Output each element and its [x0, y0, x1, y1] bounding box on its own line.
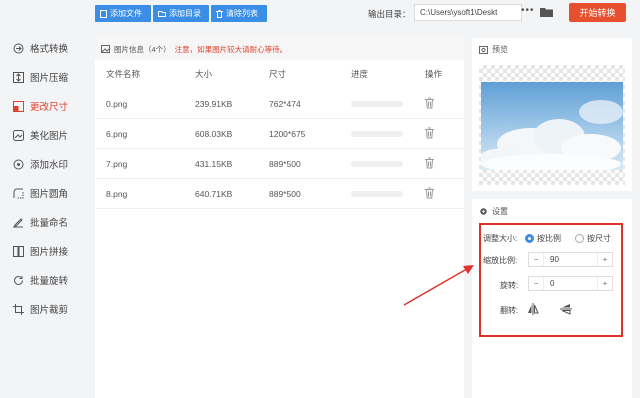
image-info-title: 图片信息（4个） — [114, 44, 171, 54]
file-size: 640.71KB — [195, 188, 233, 199]
table-row[interactable]: 7.png 431.15KB 889*500 — [95, 149, 464, 179]
file-name: 6.png — [106, 128, 128, 139]
app-window: 添加文件 添加目录 清除列表 输出目录： C:\Users\ysoft1\Des… — [0, 0, 640, 398]
progress-bar — [351, 190, 403, 197]
table-header: 文件名称 大小 尺寸 进度 操作 — [95, 66, 464, 82]
sidebar-item-rename[interactable]: 批量命名 — [0, 211, 82, 233]
image-icon — [101, 45, 110, 53]
stitch-icon — [12, 245, 24, 257]
sidebar-item-format-convert[interactable]: 格式转换 — [0, 37, 82, 59]
top-toolbar: 添加文件 添加目录 清除列表 输出目录： C:\Users\ysoft1\Des… — [0, 0, 640, 30]
file-dimensions: 889*500 — [269, 188, 301, 199]
sidebar-item-round-corner[interactable]: 图片圆角 — [0, 182, 82, 204]
sidebar-item-label: 美化图片 — [30, 131, 69, 142]
file-list-panel: 图片信息（4个） 注意，如果图片较大请耐心等待。 文件名称 大小 尺寸 进度 操… — [95, 38, 464, 398]
sidebar-item-label: 图片裁剪 — [30, 305, 69, 316]
sidebar-item-crop[interactable]: 图片裁剪 — [0, 298, 82, 320]
output-path-field[interactable]: C:\Users\ysoft1\Deskt — [414, 4, 522, 21]
column-header-name: 文件名称 — [106, 69, 141, 79]
gear-icon — [480, 208, 487, 215]
file-name: 8.png — [106, 188, 128, 199]
progress-bar — [351, 100, 403, 107]
add-folder-button[interactable]: 添加目录 — [153, 5, 209, 22]
column-header-size: 大小 — [195, 69, 213, 79]
output-dir-label: 输出目录： — [368, 9, 411, 19]
rotate-icon — [12, 274, 24, 286]
sidebar-item-label: 图片拼接 — [30, 247, 69, 258]
preview-image — [481, 82, 623, 170]
progress-bar — [351, 130, 403, 137]
sidebar-item-stitch[interactable]: 图片拼接 — [0, 240, 82, 262]
table-row[interactable]: 8.png 640.71KB 889*500 — [95, 179, 464, 209]
sidebar-item-watermark[interactable]: 添加水印 — [0, 153, 82, 175]
preview-panel: 预览 — [472, 38, 632, 191]
table-row[interactable]: 0.png 239.91KB 762*474 — [95, 89, 464, 119]
clear-list-button[interactable]: 清除列表 — [211, 5, 267, 22]
sidebar-item-label: 更改尺寸 — [30, 102, 69, 113]
table-row[interactable]: 6.png 608.03KB 1200*675 — [95, 119, 464, 149]
resize-icon — [12, 100, 24, 112]
trash-icon — [425, 187, 434, 198]
add-folder-label: 添加目录 — [169, 9, 201, 18]
folder-icon — [158, 11, 166, 17]
file-size: 431.15KB — [195, 158, 233, 169]
progress-bar — [351, 160, 403, 167]
column-header-progress: 进度 — [351, 69, 369, 79]
sidebar-item-label: 格式转换 — [30, 44, 69, 55]
column-header-actions: 操作 — [425, 69, 443, 79]
sidebar-item-label: 添加水印 — [30, 160, 69, 171]
more-button[interactable]: ••• — [521, 5, 535, 16]
file-name: 7.png — [106, 158, 128, 169]
crop-icon — [12, 303, 24, 315]
watermark-icon — [12, 158, 24, 170]
trash-icon — [425, 127, 434, 138]
column-header-dimensions: 尺寸 — [269, 69, 287, 79]
sidebar-item-beautify[interactable]: 美化图片 — [0, 124, 82, 146]
compress-icon — [12, 71, 24, 83]
add-file-label: 添加文件 — [110, 9, 142, 18]
file-size: 239.91KB — [195, 98, 233, 109]
delete-row-button[interactable] — [425, 97, 434, 110]
folder-open-icon[interactable] — [540, 7, 553, 17]
file-dimensions: 1200*675 — [269, 128, 306, 139]
format-convert-icon — [12, 42, 24, 54]
sidebar-item-label: 图片圆角 — [30, 189, 69, 200]
trash-icon — [425, 97, 434, 108]
image-info-warning: 注意，如果图片较大请耐心等待。 — [174, 44, 288, 54]
sidebar: 格式转换 图片压缩 更改尺寸 美化图片 添加水印 图片圆角 批量命名 图片拼接 — [0, 30, 82, 398]
sidebar-item-resize[interactable]: 更改尺寸 — [0, 95, 82, 117]
file-dimensions: 762*474 — [269, 98, 301, 109]
beautify-icon — [12, 129, 24, 141]
round-corner-icon — [12, 187, 24, 199]
sidebar-item-label: 批量命名 — [30, 218, 69, 229]
trash-icon — [216, 9, 223, 18]
file-dimensions: 889*500 — [269, 158, 301, 169]
add-file-button[interactable]: 添加文件 — [95, 5, 151, 22]
settings-header: 设置 — [479, 206, 508, 217]
sidebar-item-label: 图片压缩 — [30, 73, 69, 84]
delete-row-button[interactable] — [425, 157, 434, 170]
delete-row-button[interactable] — [425, 187, 434, 200]
file-name: 0.png — [106, 98, 128, 109]
rename-icon — [12, 216, 24, 228]
trash-icon — [425, 157, 434, 168]
preview-icon — [479, 45, 488, 54]
delete-row-button[interactable] — [425, 127, 434, 140]
file-size: 608.03KB — [195, 128, 233, 139]
sidebar-item-rotate[interactable]: 批量旋转 — [0, 269, 82, 291]
sidebar-item-compress[interactable]: 图片压缩 — [0, 66, 82, 88]
clear-list-label: 清除列表 — [226, 9, 258, 18]
file-icon — [100, 9, 107, 18]
settings-title: 设置 — [492, 207, 508, 216]
start-convert-button[interactable]: 开始转换 — [569, 3, 626, 22]
preview-header: 预览 — [479, 44, 508, 55]
image-info-bar: 图片信息（4个） 注意，如果图片较大请耐心等待。 — [95, 38, 464, 60]
sidebar-item-label: 批量旋转 — [30, 276, 69, 287]
preview-title: 预览 — [492, 45, 508, 54]
settings-highlight-box — [479, 223, 623, 337]
